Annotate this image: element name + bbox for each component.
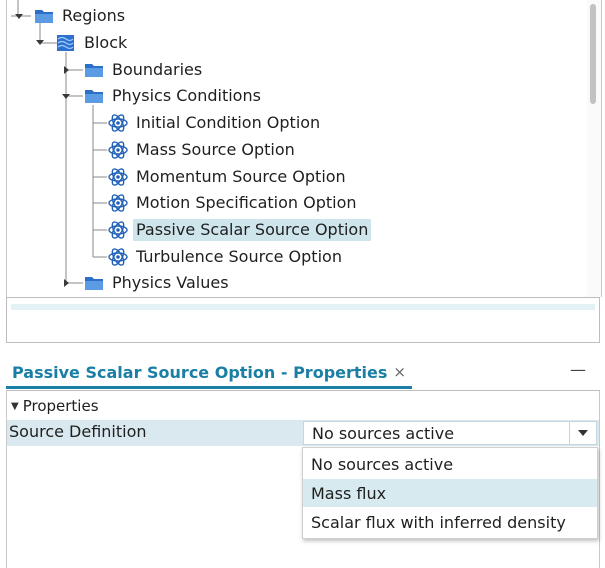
dropdown-option-no-sources-active[interactable]: No sources active: [303, 450, 597, 478]
tree-item-label: Physics Values: [112, 273, 229, 292]
tree-item-label: Mass Source Option: [136, 140, 295, 159]
tree-item-physics-values[interactable]: Physics Values: [83, 271, 232, 295]
option-label: No sources active: [311, 454, 454, 474]
folder-icon: [83, 60, 105, 80]
tree-item-momentum-source-option[interactable]: Momentum Source Option: [107, 165, 349, 189]
tree-item-physics-conditions[interactable]: Physics Conditions: [83, 84, 264, 108]
physics-atom-icon: [107, 140, 129, 160]
tree-item-label: Motion Specification Option: [136, 193, 357, 212]
tree-vertical-scrollbar[interactable]: [587, 0, 601, 297]
minimize-button[interactable]: —: [570, 360, 586, 379]
properties-tab-title: Passive Scalar Source Option - Propertie…: [12, 362, 388, 382]
option-label: Mass flux: [311, 483, 387, 503]
close-icon[interactable]: ×: [393, 363, 406, 381]
physics-atom-icon: [107, 113, 129, 133]
collapse-arrow-icon[interactable]: ▼: [11, 401, 19, 412]
object-tree: Regions Block Boundaries Physics Conditi…: [6, 0, 602, 297]
description-panel: [6, 297, 600, 343]
physics-atom-icon: [107, 193, 129, 213]
dropdown-option-scalar-flux-with-inferred-density[interactable]: Scalar flux with inferred density: [303, 508, 597, 536]
block-region-icon: [55, 33, 77, 53]
tree-item-block[interactable]: Block: [55, 31, 130, 55]
tree-item-label: Initial Condition Option: [136, 113, 321, 132]
tree-item-turbulence-source-option[interactable]: Turbulence Source Option: [107, 245, 345, 269]
option-label: Scalar flux with inferred density: [311, 512, 566, 532]
folder-icon: [33, 6, 55, 26]
scrollbar-thumb[interactable]: [590, 4, 596, 104]
dropdown-option-mass-flux[interactable]: Mass flux: [303, 479, 597, 507]
tree-item-label: Block: [84, 33, 128, 52]
properties-group[interactable]: ▼ Properties: [7, 395, 99, 417]
tree-item-initial-condition-option[interactable]: Initial Condition Option: [107, 111, 323, 135]
tree-item-mass-source-option[interactable]: Mass Source Option: [107, 138, 298, 162]
tree-item-boundaries[interactable]: Boundaries: [83, 58, 205, 82]
folder-icon: [83, 273, 105, 293]
properties-group-label: Properties: [22, 397, 99, 415]
properties-tab[interactable]: Passive Scalar Source Option - Propertie…: [6, 358, 412, 389]
chevron-down-icon: [578, 430, 588, 436]
tree-item-label: Passive Scalar Source Option: [133, 219, 372, 241]
description-highlight: [11, 304, 595, 310]
tree-item-regions[interactable]: Regions: [33, 4, 128, 28]
physics-atom-icon: [107, 167, 129, 187]
property-row-source-definition[interactable]: Source Definition No sources active: [7, 420, 599, 446]
properties-header: Passive Scalar Source Option - Propertie…: [6, 358, 600, 389]
tree-item-passive-scalar-source-option[interactable]: Passive Scalar Source Option: [107, 218, 372, 242]
select-value: No sources active: [312, 424, 455, 443]
tree-item-motion-specification-option[interactable]: Motion Specification Option: [107, 191, 360, 215]
tree-item-label: Boundaries: [112, 60, 203, 79]
tree-item-label: Regions: [62, 6, 126, 25]
folder-open-icon: [83, 86, 105, 106]
property-label: Source Definition: [9, 422, 147, 441]
tree-item-label: Physics Conditions: [112, 86, 261, 105]
physics-atom-icon: [107, 247, 129, 267]
tree-item-label: Momentum Source Option: [136, 167, 346, 186]
source-definition-dropdown-list: No sources active Mass flux Scalar flux …: [302, 447, 598, 539]
tree-item-label: Turbulence Source Option: [136, 247, 342, 266]
physics-atom-icon: [107, 220, 129, 240]
dropdown-button[interactable]: [569, 422, 596, 444]
source-definition-select[interactable]: No sources active: [303, 421, 597, 445]
